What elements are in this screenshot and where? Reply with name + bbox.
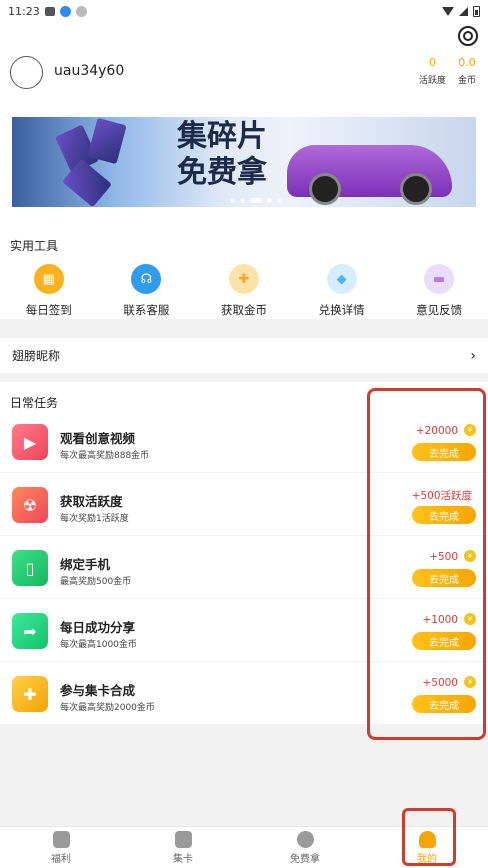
task-desc: 每次最高1000金币: [60, 640, 137, 650]
tool-label: 每日签到: [25, 303, 72, 317]
tool-get-coins[interactable]: ✚ 获取金币: [195, 264, 293, 318]
tab-label: 集卡: [173, 854, 193, 865]
battery-icon: [473, 5, 480, 17]
play-icon: ▶: [12, 424, 48, 460]
radiation-icon: ☢: [12, 487, 48, 523]
phone-icon: ▯: [12, 550, 48, 586]
tool-feedback[interactable]: ▬ 意见反馈: [390, 264, 488, 318]
notification-cat-icon: [44, 6, 55, 16]
profile-stats: 0 活跃度 0.0 金币: [419, 56, 476, 86]
banner-title-line2: 免费拿: [177, 155, 267, 190]
puzzle-icon: ✚: [12, 676, 48, 712]
cards-illustration: [52, 117, 142, 207]
cards-icon: [174, 831, 192, 848]
card-icon: ▬: [424, 264, 455, 294]
tab-label: 免费拿: [290, 854, 320, 865]
stat-activity[interactable]: 0 活跃度: [419, 56, 446, 86]
stat-value: 0: [428, 56, 436, 69]
task-name: 获取活跃度: [60, 494, 123, 509]
car-illustration: [287, 145, 452, 205]
signal-icon: [459, 6, 468, 16]
nickname-label: 翅膀昵称: [12, 349, 61, 363]
status-bar: 11:23: [0, 0, 488, 22]
banner-container: 集碎片 免费拿: [0, 116, 488, 236]
settings-icon[interactable]: [458, 26, 478, 46]
highlight-box-tab: [402, 808, 456, 866]
stat-value: 0.0: [458, 56, 476, 69]
gift-icon: [52, 831, 70, 848]
task-desc: 每次最高奖励2000金币: [60, 703, 155, 713]
tool-row: ▦ 每日签到 ☊ 联系客服 ✚ 获取金币 ◆ 兑换详情 ▬ 意见反馈: [0, 264, 488, 318]
chevron-right-icon: ›: [470, 347, 476, 364]
diamond-icon: ◆: [326, 264, 357, 294]
nickname-row[interactable]: 翅膀昵称 ›: [0, 338, 488, 373]
avatar[interactable]: [10, 56, 43, 89]
tools-section: 实用工具 ▦ 每日签到 ☊ 联系客服 ✚ 获取金币 ◆ 兑换详情 ▬ 意见反馈: [0, 223, 488, 319]
tool-label: 兑换详情: [318, 303, 365, 317]
banner-title: 集碎片 免费拿: [152, 119, 292, 191]
tool-label: 意见反馈: [416, 303, 463, 317]
share-icon: ➦: [12, 613, 48, 649]
task-desc: 每次最高奖励888金币: [60, 451, 150, 461]
username: uau34y60: [54, 63, 125, 79]
gift-icon: ✚: [228, 264, 259, 294]
highlight-box-tasks: [367, 388, 486, 740]
banner-title-line1: 集碎片: [177, 119, 267, 154]
stat-label: 金币: [457, 76, 476, 86]
tools-title: 实用工具: [10, 239, 59, 253]
wifi-icon: [442, 6, 454, 16]
download-icon: [59, 5, 71, 17]
carousel-dots: [230, 198, 282, 203]
tab-free[interactable]: 免费拿: [244, 827, 366, 868]
tool-daily-checkin[interactable]: ▦ 每日签到: [0, 264, 98, 318]
task-desc: 每次奖励1活跃度: [60, 514, 129, 524]
calendar-icon: ▦: [33, 264, 64, 294]
free-icon: [296, 831, 314, 848]
stat-label: 活跃度: [418, 76, 446, 86]
task-name: 观看创意视频: [60, 431, 136, 446]
tab-welfare[interactable]: 福利: [0, 827, 122, 868]
profile-header: uau34y60 0 活跃度 0.0 金币: [0, 22, 488, 116]
headset-icon: ☊: [131, 264, 162, 294]
shield-icon: [75, 5, 87, 17]
task-desc: 最高奖励500金币: [60, 577, 132, 587]
promo-banner[interactable]: 集碎片 免费拿: [12, 117, 476, 207]
tool-label: 联系客服: [123, 303, 170, 317]
task-name: 每日成功分享: [60, 620, 136, 635]
status-time: 11:23: [8, 4, 40, 18]
stat-coins[interactable]: 0.0 金币: [458, 56, 476, 86]
task-name: 参与集卡合成: [60, 683, 136, 698]
task-name: 绑定手机: [60, 557, 111, 572]
tab-label: 福利: [51, 854, 71, 865]
tool-exchange-details[interactable]: ◆ 兑换详情: [293, 264, 391, 318]
tool-contact-support[interactable]: ☊ 联系客服: [98, 264, 196, 318]
tool-label: 获取金币: [220, 303, 267, 317]
tab-collect-cards[interactable]: 集卡: [122, 827, 244, 868]
